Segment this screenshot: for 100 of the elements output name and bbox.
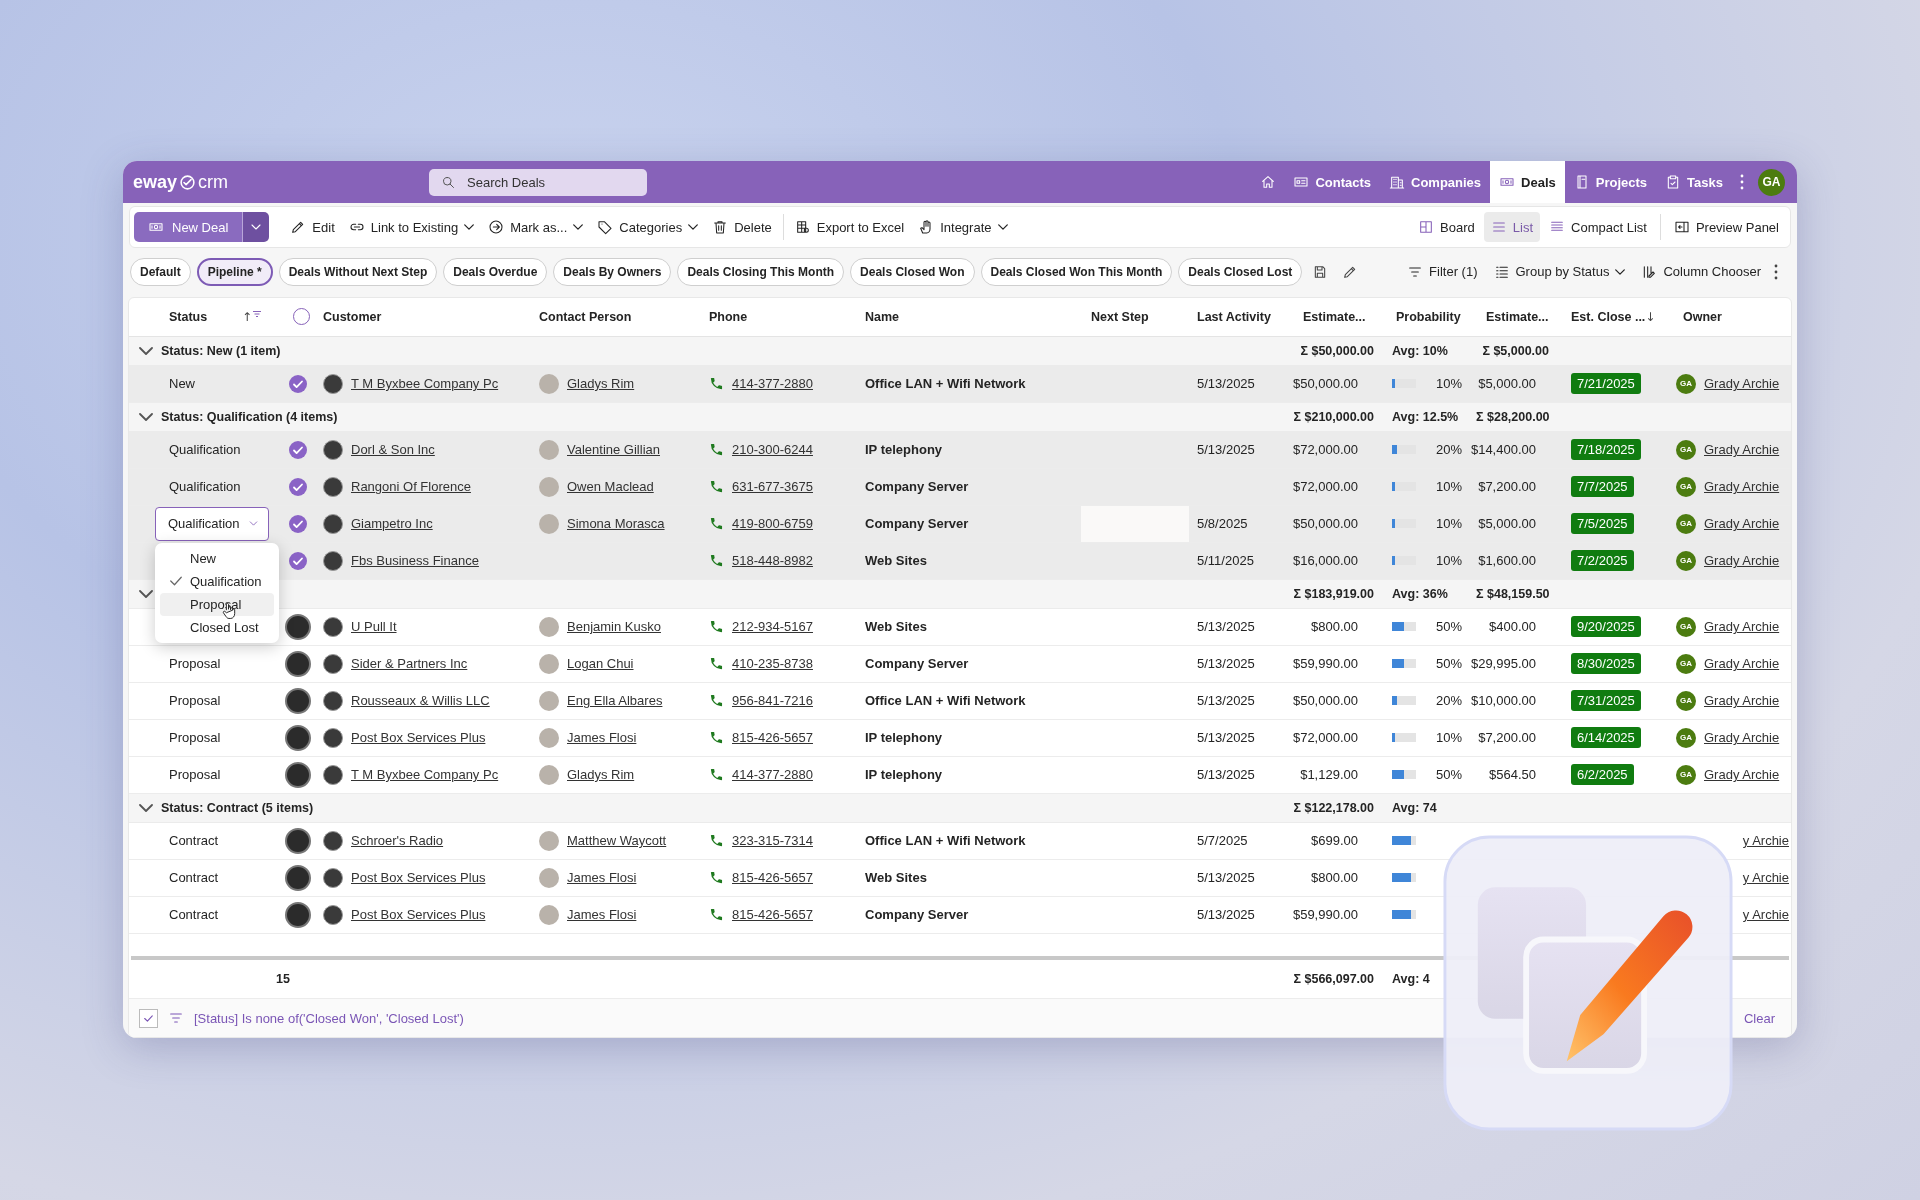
owner-link[interactable]: Grady Archie [1704, 730, 1780, 746]
contact-link[interactable]: Gladys Rim [567, 767, 635, 783]
contact-link[interactable]: James Flosi [567, 730, 637, 746]
contact-link[interactable]: Matthew Waycott [567, 833, 667, 849]
customer-link[interactable]: Giampetro Inc [351, 516, 433, 532]
toolbar-button[interactable]: Mark as... [481, 212, 591, 242]
company-logo[interactable] [285, 761, 311, 788]
contact-link[interactable]: James Flosi [567, 907, 637, 923]
view-chip[interactable]: Deals Closed Lost [1178, 257, 1303, 286]
phone-link[interactable]: 414-377-2880 [732, 376, 813, 392]
customer-link[interactable]: Schroer's Radio [351, 833, 444, 849]
customer-link[interactable]: U Pull It [351, 619, 397, 635]
view-toggle[interactable]: Board [1411, 212, 1482, 242]
view-toggle[interactable]: Compact List [1542, 212, 1654, 242]
column-header[interactable]: Est. Close ... [1571, 309, 1646, 324]
owner-link[interactable]: Grady Archie [1704, 767, 1780, 783]
nav-tab[interactable]: Contacts [1284, 161, 1380, 203]
sort-arrow[interactable]: ↓ [1645, 309, 1656, 324]
view-tool-button[interactable]: Column Chooser [1634, 256, 1768, 287]
nav-tab[interactable]: Tasks [1656, 161, 1732, 203]
view-chip[interactable]: Deals Closed Won This Month [980, 257, 1173, 286]
selected-checkbox[interactable] [289, 477, 307, 496]
menu-option[interactable]: Closed Lost [160, 615, 274, 639]
customer-link[interactable]: Post Box Services Plus [351, 907, 486, 923]
column-header[interactable]: Next Step [1091, 309, 1149, 324]
contact-link[interactable]: Owen Maclead [567, 479, 654, 495]
selected-checkbox[interactable] [289, 551, 307, 570]
customer-link[interactable]: Rangoni Of Florence [351, 479, 471, 495]
phone-link[interactable]: 212-934-5167 [732, 619, 813, 635]
owner-link[interactable]: Grady Archie [1704, 442, 1780, 458]
toolbar-button[interactable]: Export to Excel [787, 212, 912, 242]
select-all-checkbox[interactable] [293, 308, 310, 326]
new-deal-button[interactable]: New Deal [134, 212, 243, 242]
column-header[interactable]: Estimate... [1486, 309, 1549, 324]
column-header[interactable]: Probability [1396, 309, 1461, 324]
toolbar-button[interactable]: Edit [283, 212, 342, 242]
selected-checkbox[interactable] [289, 440, 307, 459]
company-logo[interactable] [285, 827, 311, 854]
view-chip[interactable]: Deals Without Next Step [278, 257, 438, 286]
owner-link[interactable]: Grady Archie [1704, 553, 1780, 569]
contact-link[interactable]: Valentine Gillian [567, 442, 660, 458]
contact-link[interactable]: Logan Chui [567, 656, 634, 672]
column-header[interactable]: Estimate... [1303, 309, 1366, 324]
preview-panel-button[interactable]: Preview Panel [1666, 212, 1786, 242]
customer-link[interactable]: Fbs Business Finance [351, 553, 479, 569]
selected-checkbox[interactable] [289, 514, 307, 533]
column-header[interactable]: Last Activity [1197, 309, 1271, 324]
company-logo[interactable] [285, 687, 311, 714]
owner-link[interactable]: Grady Archie [1704, 516, 1780, 532]
contact-link[interactable]: Benjamin Kusko [567, 619, 661, 635]
owner-link[interactable]: y Archie [1742, 870, 1789, 886]
status-dropdown[interactable]: Qualification [155, 506, 269, 541]
company-logo[interactable] [285, 613, 311, 640]
owner-link[interactable]: Grady Archie [1704, 693, 1780, 709]
customer-link[interactable]: Post Box Services Plus [351, 730, 486, 746]
owner-link[interactable]: y Archie [1742, 907, 1789, 923]
phone-link[interactable]: 815-426-5657 [732, 907, 813, 923]
view-chip[interactable]: Deals Closing This Month [677, 257, 845, 286]
menu-option[interactable]: Proposal [160, 592, 274, 616]
view-tool-button[interactable]: Filter (1) [1400, 256, 1485, 287]
phone-link[interactable]: 323-315-7314 [732, 833, 813, 849]
nav-tab[interactable]: Deals [1490, 161, 1565, 203]
contact-link[interactable]: Gladys Rim [567, 376, 635, 392]
column-header[interactable]: Owner [1683, 309, 1722, 324]
customer-link[interactable]: T M Byxbee Company Pc [351, 376, 499, 392]
owner-link[interactable]: Grady Archie [1704, 619, 1780, 635]
view-toggle[interactable]: List [1483, 212, 1540, 242]
contact-link[interactable]: Simona Morasca [567, 516, 665, 532]
toolbar-button[interactable]: Categories [590, 212, 706, 242]
sort-arrow[interactable]: ↑ [241, 309, 252, 324]
company-logo[interactable] [285, 650, 311, 677]
menu-option[interactable]: New [160, 546, 274, 570]
search-field[interactable]: Search Deals [429, 168, 647, 196]
customer-link[interactable]: T M Byxbee Company Pc [351, 767, 499, 783]
view-chip[interactable]: Deals Closed Won [850, 257, 975, 286]
view-chip[interactable]: Default [130, 257, 191, 286]
phone-link[interactable]: 815-426-5657 [732, 730, 813, 746]
view-chip[interactable]: Deals By Owners [553, 257, 672, 286]
column-header[interactable]: Contact Person [539, 309, 632, 324]
toolbar-button[interactable]: Delete [705, 212, 779, 242]
nav-tab[interactable]: Projects [1564, 161, 1657, 203]
owner-link[interactable]: y Archie [1742, 833, 1789, 849]
clear-link[interactable]: Clear [1737, 1009, 1781, 1027]
column-header[interactable]: Customer [323, 309, 382, 324]
customer-link[interactable]: Rousseaux & Willis LLC [351, 693, 490, 709]
phone-link[interactable]: 518-448-8982 [732, 553, 813, 569]
owner-link[interactable]: Grady Archie [1704, 479, 1780, 495]
toolbar-button[interactable]: Integrate [911, 212, 1015, 242]
company-logo[interactable] [285, 864, 311, 891]
view-tool-button[interactable]: Group by Status [1486, 256, 1633, 287]
phone-link[interactable]: 956-841-7216 [732, 693, 813, 709]
menu-option[interactable]: Qualification [160, 569, 274, 593]
phone-link[interactable]: 210-300-6244 [732, 442, 813, 458]
selected-checkbox[interactable] [289, 374, 307, 393]
phone-link[interactable]: 419-800-6759 [732, 516, 813, 532]
phone-link[interactable]: 414-377-2880 [732, 767, 813, 783]
new-deal-dropdown-button[interactable] [242, 212, 270, 242]
customer-link[interactable]: Sider & Partners Inc [351, 656, 468, 672]
company-logo[interactable] [285, 724, 311, 751]
user-avatar[interactable]: GA [1758, 168, 1785, 196]
